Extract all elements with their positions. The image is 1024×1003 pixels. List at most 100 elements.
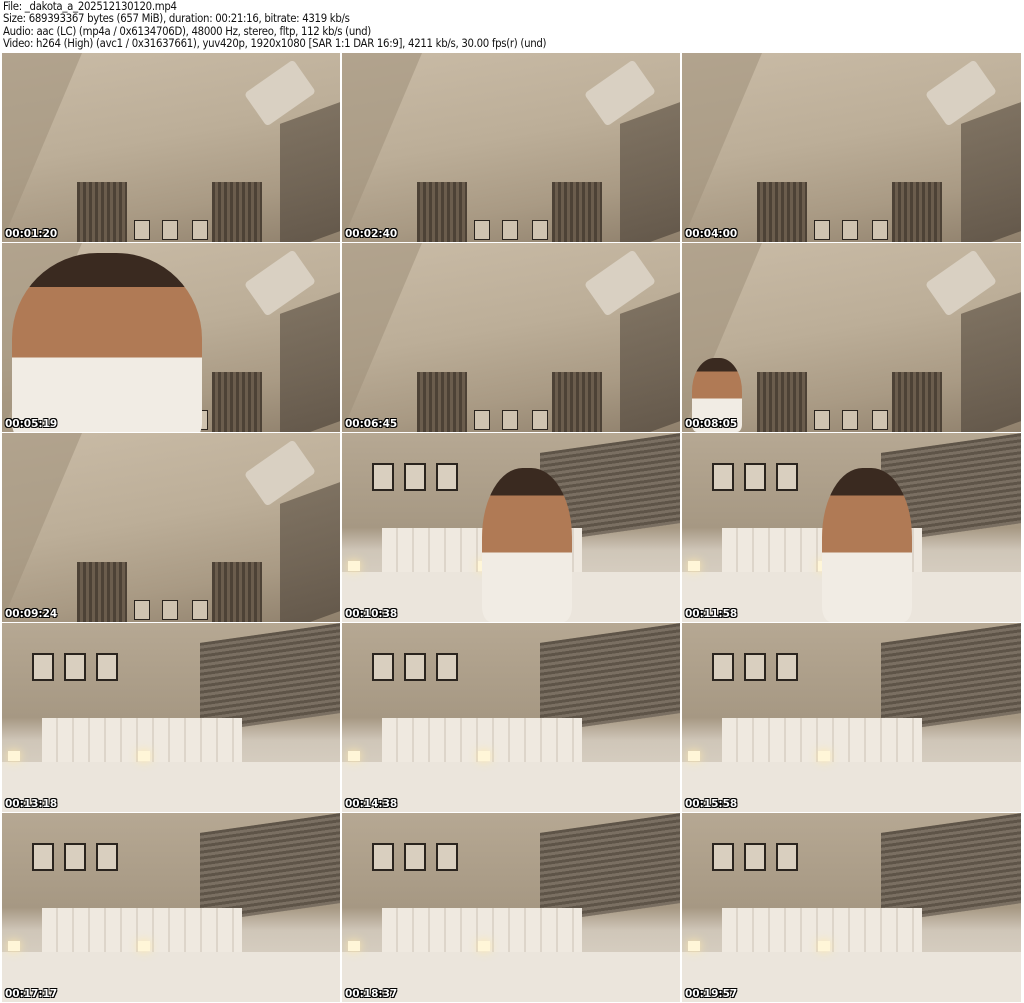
wall-picture bbox=[436, 653, 458, 681]
lamp bbox=[348, 941, 360, 951]
lamp bbox=[8, 941, 20, 951]
wall-picture bbox=[372, 843, 394, 871]
lamp bbox=[138, 751, 150, 761]
wall-picture bbox=[96, 843, 118, 871]
video-thumbnail[interactable]: 00:11:58 bbox=[682, 433, 1021, 622]
video-thumbnail[interactable]: 00:01:20 bbox=[2, 53, 340, 242]
video-thumbnail[interactable]: 00:14:38 bbox=[342, 623, 680, 812]
wall-picture bbox=[162, 600, 178, 620]
wall-picture bbox=[32, 843, 54, 871]
thumbnail-timestamp: 00:09:24 bbox=[5, 608, 58, 620]
wall-picture bbox=[436, 843, 458, 871]
thumbnail-timestamp: 00:18:37 bbox=[345, 988, 398, 1000]
lamp bbox=[688, 561, 700, 571]
video-thumbnail[interactable]: 00:13:18 bbox=[2, 623, 340, 812]
wall bbox=[280, 482, 340, 622]
wall-picture bbox=[842, 410, 858, 430]
person bbox=[482, 468, 572, 622]
lamp bbox=[478, 751, 490, 761]
video-thumbnail[interactable]: 00:09:24 bbox=[2, 433, 340, 622]
wall-picture bbox=[532, 220, 548, 240]
window-blind bbox=[540, 623, 680, 733]
lamp bbox=[348, 751, 360, 761]
wall bbox=[620, 292, 680, 432]
thumbnail-timestamp: 00:14:38 bbox=[345, 798, 398, 810]
wall-panel bbox=[892, 182, 942, 242]
wall bbox=[961, 292, 1021, 432]
lamp bbox=[688, 941, 700, 951]
window-blind bbox=[881, 623, 1021, 733]
video-thumbnail[interactable]: 00:10:38 bbox=[342, 433, 680, 622]
wall-picture bbox=[532, 410, 548, 430]
wall-picture bbox=[872, 220, 888, 240]
video-thumbnail[interactable]: 00:02:40 bbox=[342, 53, 680, 242]
wall-picture bbox=[404, 463, 426, 491]
wall-picture bbox=[776, 653, 798, 681]
wall bbox=[2, 433, 82, 622]
wall-picture bbox=[436, 463, 458, 491]
video-thumbnail[interactable]: 00:18:37 bbox=[342, 813, 680, 1002]
video-thumbnail[interactable]: 00:06:45 bbox=[342, 243, 680, 432]
wall-panel bbox=[757, 182, 807, 242]
person bbox=[822, 468, 912, 622]
wall-picture bbox=[64, 653, 86, 681]
wall bbox=[342, 243, 422, 432]
window-blind bbox=[881, 813, 1021, 923]
wall-panel bbox=[77, 562, 127, 622]
lamp bbox=[818, 941, 830, 951]
lamp bbox=[688, 751, 700, 761]
video-thumbnail[interactable]: 00:08:05 bbox=[682, 243, 1021, 432]
file-size: Size: 689393367 bytes (657 MiB), duratio… bbox=[3, 12, 350, 26]
video-thumbnail[interactable]: 00:17:17 bbox=[2, 813, 340, 1002]
thumbnail-timestamp: 00:11:58 bbox=[685, 608, 738, 620]
wall-picture bbox=[404, 653, 426, 681]
wall bbox=[682, 53, 762, 242]
wall-picture bbox=[372, 463, 394, 491]
window-blind bbox=[200, 813, 340, 923]
wall-picture bbox=[814, 410, 830, 430]
wall-panel bbox=[212, 182, 262, 242]
thumbnail-timestamp: 00:17:17 bbox=[5, 988, 58, 1000]
wall-picture bbox=[32, 653, 54, 681]
window-blind bbox=[540, 813, 680, 923]
video-thumbnail[interactable]: 00:15:58 bbox=[682, 623, 1021, 812]
wall-panel bbox=[757, 372, 807, 432]
wall-panel bbox=[212, 372, 262, 432]
wall-picture bbox=[712, 463, 734, 491]
wall-panel bbox=[892, 372, 942, 432]
wall-picture bbox=[64, 843, 86, 871]
wall-panel bbox=[77, 182, 127, 242]
video-thumbnail[interactable]: 00:05:19 bbox=[2, 243, 340, 432]
wall-panel bbox=[417, 182, 467, 242]
wall-picture bbox=[474, 410, 490, 430]
thumbnail-timestamp: 00:10:38 bbox=[345, 608, 398, 620]
wall bbox=[620, 102, 680, 242]
thumbnail-timestamp: 00:19:57 bbox=[685, 988, 738, 1000]
thumbnail-timestamp: 00:06:45 bbox=[345, 418, 398, 430]
wall-picture bbox=[712, 843, 734, 871]
wall-picture bbox=[744, 653, 766, 681]
wall-panel bbox=[552, 372, 602, 432]
lamp bbox=[818, 751, 830, 761]
wall bbox=[280, 102, 340, 242]
thumbnail-timestamp: 00:15:58 bbox=[685, 798, 738, 810]
wall-picture bbox=[502, 410, 518, 430]
lamp bbox=[138, 941, 150, 951]
wall-picture bbox=[872, 410, 888, 430]
wall bbox=[2, 53, 82, 242]
wall-panel bbox=[212, 562, 262, 622]
video-thumbnail[interactable]: 00:04:00 bbox=[682, 53, 1021, 242]
wall-picture bbox=[192, 600, 208, 620]
wall-picture bbox=[192, 220, 208, 240]
video-thumbnail[interactable]: 00:19:57 bbox=[682, 813, 1021, 1002]
wall-picture bbox=[134, 600, 150, 620]
lamp bbox=[478, 941, 490, 951]
window-blind bbox=[200, 623, 340, 733]
person bbox=[12, 253, 202, 432]
wall bbox=[342, 53, 422, 242]
wall bbox=[280, 292, 340, 432]
wall-picture bbox=[474, 220, 490, 240]
wall-picture bbox=[744, 843, 766, 871]
thumbnail-timestamp: 00:01:20 bbox=[5, 228, 58, 240]
lamp bbox=[348, 561, 360, 571]
